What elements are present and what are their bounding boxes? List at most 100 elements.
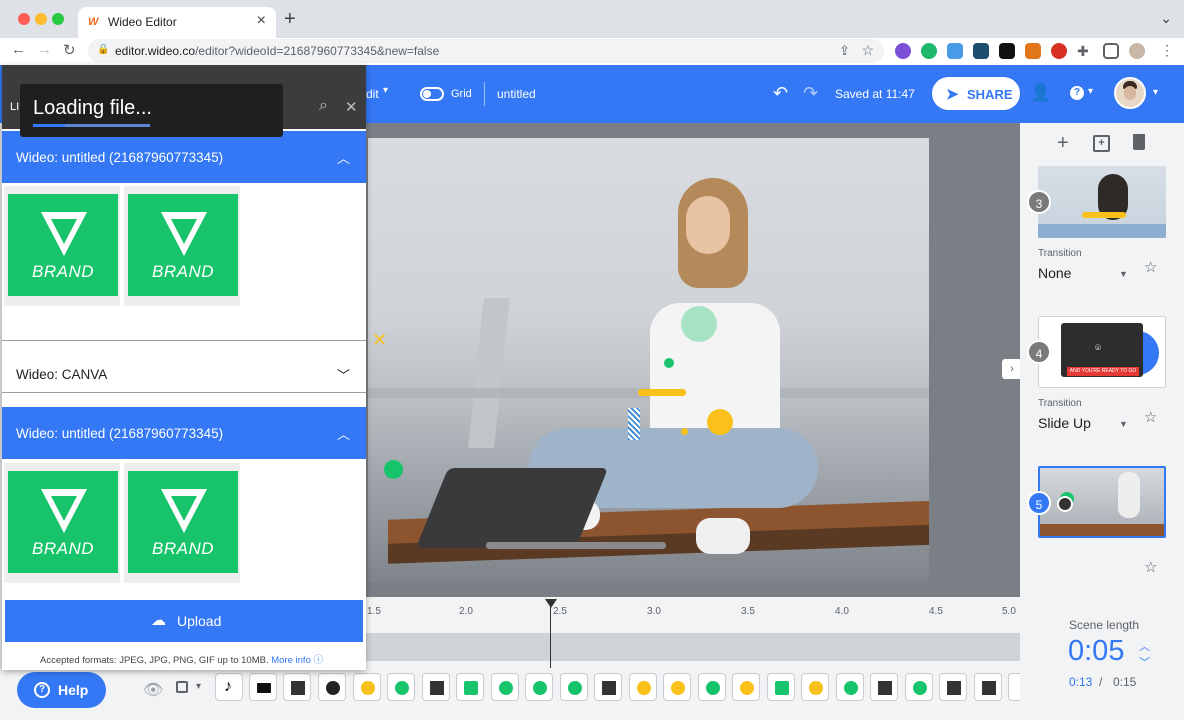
help-question-icon[interactable]: ? bbox=[1070, 86, 1084, 100]
edit-chevron-down-icon[interactable]: ▾ bbox=[383, 85, 388, 96]
brand-asset[interactable]: BRAND bbox=[4, 186, 120, 306]
profile-avatar[interactable] bbox=[1129, 43, 1145, 59]
brand-asset[interactable]: BRAND bbox=[4, 463, 120, 583]
share-button[interactable]: ➤ SHARE bbox=[932, 77, 1020, 110]
yellow-cross-shape[interactable]: ✕ bbox=[372, 330, 387, 351]
lock-chevron-down-icon[interactable]: ▾ bbox=[196, 681, 201, 692]
close-window-dot[interactable] bbox=[18, 13, 30, 25]
transition-select[interactable]: Slide Up bbox=[1038, 415, 1091, 431]
close-icon[interactable]: ✕ bbox=[345, 98, 358, 116]
expand-panel-chevron-icon[interactable]: › bbox=[1002, 359, 1022, 379]
shape-element[interactable] bbox=[663, 673, 691, 701]
visibility-eye-icon[interactable]: 👁 bbox=[143, 680, 163, 700]
scene-length-value[interactable]: 0:05 bbox=[1068, 635, 1124, 668]
transition-caret-icon[interactable]: ▼ bbox=[1119, 269, 1128, 279]
yellow-circle-shape[interactable] bbox=[707, 409, 733, 435]
shape-element[interactable] bbox=[318, 673, 346, 701]
delete-scene-icon[interactable] bbox=[1133, 134, 1145, 150]
extension-4-icon[interactable] bbox=[973, 43, 989, 59]
lock-icon[interactable] bbox=[176, 681, 188, 693]
brand-asset[interactable]: BRAND bbox=[124, 463, 240, 583]
shape-element[interactable] bbox=[767, 673, 795, 701]
undo-icon[interactable]: ↶ bbox=[773, 83, 788, 104]
add-collaborator-icon[interactable]: 👤 bbox=[1030, 83, 1051, 103]
redo-icon[interactable]: ↷ bbox=[803, 83, 818, 104]
grid-toggle[interactable] bbox=[420, 87, 444, 101]
scene-thumbnail-4[interactable]: ⌾ AND YOU'RE READY TO GO bbox=[1038, 316, 1166, 388]
pattern-strip-shape[interactable] bbox=[628, 408, 640, 440]
side-panel-icon[interactable] bbox=[1103, 43, 1119, 59]
extension-5-icon[interactable] bbox=[999, 43, 1015, 59]
project-title[interactable]: untitled bbox=[497, 87, 536, 101]
extension-7-icon[interactable] bbox=[1051, 43, 1067, 59]
user-avatar[interactable] bbox=[1114, 77, 1146, 109]
library-group-header[interactable]: Wideo: CANVA ﹀ bbox=[2, 341, 366, 391]
audio-element[interactable]: ♪ bbox=[215, 673, 243, 701]
brand-asset[interactable]: BRAND bbox=[124, 186, 240, 306]
clapper-element[interactable] bbox=[249, 673, 277, 701]
help-chevron-down-icon[interactable]: ▾ bbox=[1088, 86, 1093, 97]
browser-menu-icon[interactable]: ⋮ bbox=[1160, 42, 1174, 59]
search-icon[interactable]: ⌕ bbox=[319, 97, 328, 115]
scene-canvas[interactable] bbox=[368, 138, 929, 582]
tab-search-chevron-icon[interactable]: ⌄ bbox=[1160, 10, 1172, 27]
shape-element[interactable] bbox=[801, 673, 829, 701]
shape-element[interactable] bbox=[387, 673, 415, 701]
yellow-bar-shape[interactable] bbox=[638, 389, 686, 396]
image-element[interactable] bbox=[422, 673, 450, 701]
favorite-star-icon[interactable]: ☆ bbox=[1144, 558, 1157, 576]
playhead-handle[interactable] bbox=[545, 599, 557, 608]
image-element[interactable] bbox=[594, 673, 622, 701]
timeline-track[interactable] bbox=[366, 633, 1020, 661]
green-dot-shape[interactable] bbox=[664, 358, 674, 368]
share-page-icon[interactable]: ⇪ bbox=[839, 43, 850, 59]
back-arrow-icon[interactable]: ← bbox=[11, 41, 26, 58]
tab-close-icon[interactable]: × bbox=[257, 12, 266, 30]
extension-2-icon[interactable] bbox=[921, 43, 937, 59]
shape-element[interactable] bbox=[491, 673, 519, 701]
duplicate-scene-icon[interactable]: + bbox=[1093, 135, 1110, 152]
green-circle-shape[interactable] bbox=[681, 306, 717, 342]
yellow-dot-shape[interactable] bbox=[681, 428, 688, 435]
shape-element[interactable] bbox=[836, 673, 864, 701]
scene-thumbnail-3[interactable] bbox=[1038, 166, 1166, 238]
image-element[interactable] bbox=[870, 673, 898, 701]
library-group-header[interactable]: Wideo: untitled (21687960773345) ︿ bbox=[2, 407, 366, 459]
extension-3-icon[interactable] bbox=[947, 43, 963, 59]
reload-icon[interactable]: ↻ bbox=[63, 41, 76, 59]
shape-element[interactable] bbox=[905, 673, 933, 701]
help-button[interactable]: ? Help bbox=[17, 672, 106, 708]
account-chevron-down-icon[interactable]: ▾ bbox=[1153, 87, 1158, 98]
library-group-header[interactable]: Wideo: untitled (21687960773345) ︿ bbox=[2, 131, 366, 183]
increase-chevron-up-icon[interactable]: ︿ bbox=[1139, 638, 1150, 654]
new-tab-button[interactable]: + bbox=[284, 8, 296, 31]
transition-caret-icon[interactable]: ▼ bbox=[1119, 419, 1128, 429]
shape-element[interactable] bbox=[560, 673, 588, 701]
extension-1-icon[interactable] bbox=[895, 43, 911, 59]
forward-arrow-icon[interactable]: → bbox=[37, 41, 52, 58]
metamask-icon[interactable] bbox=[1025, 43, 1041, 59]
shape-element[interactable] bbox=[629, 673, 657, 701]
image-element[interactable] bbox=[974, 673, 1002, 701]
shape-element[interactable] bbox=[353, 673, 381, 701]
browser-tab[interactable]: W Wideo Editor × bbox=[78, 7, 276, 38]
maximize-window-dot[interactable] bbox=[52, 13, 64, 25]
transition-select[interactable]: None bbox=[1038, 265, 1071, 281]
bookmark-star-icon[interactable]: ☆ bbox=[861, 42, 874, 59]
favorite-star-icon[interactable]: ☆ bbox=[1144, 408, 1157, 426]
more-info-link[interactable]: More info bbox=[271, 655, 311, 666]
puzzle-extensions-icon[interactable]: ✚ bbox=[1077, 43, 1093, 59]
image-element[interactable] bbox=[283, 673, 311, 701]
shape-element[interactable] bbox=[698, 673, 726, 701]
edit-menu[interactable]: dit bbox=[366, 87, 379, 101]
image-element-partial[interactable] bbox=[1008, 673, 1020, 701]
upload-button[interactable]: ☁ Upload bbox=[5, 600, 363, 642]
image-element[interactable] bbox=[939, 673, 967, 701]
shape-element[interactable] bbox=[456, 673, 484, 701]
shape-element[interactable] bbox=[525, 673, 553, 701]
add-scene-icon[interactable]: + bbox=[1057, 132, 1069, 155]
green-offcanvas-shape[interactable] bbox=[384, 460, 403, 479]
decrease-chevron-down-icon[interactable]: ﹀ bbox=[1139, 654, 1150, 670]
minimize-window-dot[interactable] bbox=[35, 13, 47, 25]
shape-element[interactable] bbox=[732, 673, 760, 701]
